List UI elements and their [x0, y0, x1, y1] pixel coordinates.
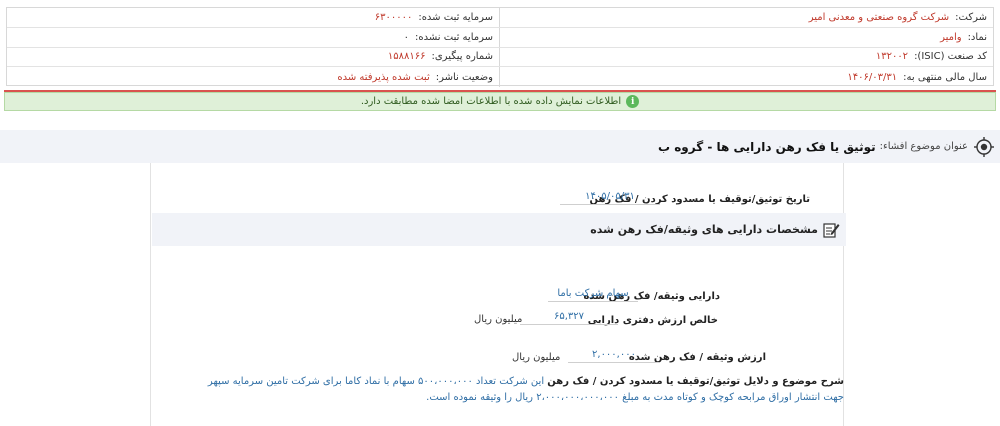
info-row: کد صنعت (ISIC): ۱۳۲۰۰۲ شماره پیگیری: ۱۵۸… [7, 47, 993, 68]
info-row: شرکت: شرکت گروه صنعتی و معدنی امیر سرمای… [7, 8, 993, 28]
pledge-value-value: ۲,۰۰۰,۰۰۰ [568, 349, 660, 363]
tracking-value: ۱۵۸۸۱۶۶ [387, 51, 426, 63]
registered-capital-value: ۶۳۰۰۰۰۰ [374, 11, 413, 23]
target-icon [974, 136, 994, 157]
book-value-value: ۶۵,۳۲۷ [520, 311, 618, 325]
description-label: شرح موضوع و دلایل توثیق/توقیف یا مسدود ک… [547, 376, 844, 387]
registered-capital-cell: سرمایه ثبت شده: ۶۳۰۰۰۰۰ [7, 8, 499, 27]
date-value: ۱۴۰۵/۰۵/۳۱ [560, 191, 660, 205]
isic-cell: کد صنعت (ISIC): ۱۳۲۰۰۲ [499, 47, 993, 67]
verification-message-text: اطلاعات نمایش داده شده با اطلاعات امضا ش… [360, 96, 622, 107]
unregistered-capital-cell: سرمایه ثبت نشده: ۰ [7, 28, 499, 47]
book-value-unit: میلیون ریال [474, 314, 523, 325]
isic-value: ۱۳۲۰۰۲ [875, 51, 909, 63]
registered-capital-label: سرمایه ثبت شده: [418, 11, 493, 23]
edit-note-icon [823, 222, 840, 238]
description-block: شرح موضوع و دلایل توثیق/توقیف یا مسدود ک… [204, 374, 844, 406]
unregistered-capital-label: سرمایه ثبت نشده: [415, 31, 493, 43]
company-value: شرکت گروه صنعتی و معدنی امیر [808, 11, 950, 23]
status-cell: وضعیت ناشر: ثبت شده پذیرفته شده [7, 67, 499, 87]
tracking-label: شماره پیگیری: [431, 51, 493, 63]
fiscal-value: ۱۴۰۶/۰۳/۳۱ [847, 71, 898, 83]
tracking-cell: شماره پیگیری: ۱۵۸۸۱۶۶ [7, 48, 499, 67]
pledge-value-unit: میلیون ریال [512, 352, 561, 363]
company-info-table: شرکت: شرکت گروه صنعتی و معدنی امیر سرمای… [6, 7, 994, 87]
status-label: وضعیت ناشر: [435, 71, 493, 83]
info-row: سال مالی منتهی به: ۱۴۰۶/۰۳/۳۱ وضعیت ناشر… [7, 67, 993, 87]
asset-value: سهام شرکت باما [548, 288, 638, 302]
section-title: مشخصات دارایی های وثیقه/فک رهن شده [590, 223, 818, 236]
unregistered-capital-value: ۰ [403, 31, 410, 43]
subject-title: توثیق یا فک رهن دارایی ها - گروه ب [657, 139, 876, 154]
fiscal-label: سال مالی منتهی به: [903, 71, 987, 83]
symbol-label: نماد: [967, 31, 987, 43]
company-label: شرکت: [955, 11, 987, 23]
subject-header: عنوان موضوع افشاء: توثیق یا فک رهن دارای… [0, 130, 1000, 163]
symbol-value: وامیر [940, 31, 962, 43]
symbol-cell: نماد: وامیر [499, 27, 993, 47]
isic-label: کد صنعت (ISIC): [914, 51, 987, 63]
subject-label: عنوان موضوع افشاء: [879, 141, 968, 152]
section-header: مشخصات دارایی های وثیقه/فک رهن شده [152, 213, 846, 246]
verification-message: i اطلاعات نمایش داده شده با اطلاعات امضا… [4, 92, 996, 111]
company-cell: شرکت: شرکت گروه صنعتی و معدنی امیر [499, 8, 993, 27]
info-row: نماد: وامیر سرمایه ثبت نشده: ۰ [7, 27, 993, 48]
info-icon: i [626, 95, 640, 108]
status-value: ثبت شده پذیرفته شده [337, 71, 430, 83]
fiscal-cell: سال مالی منتهی به: ۱۴۰۶/۰۳/۳۱ [499, 67, 993, 87]
